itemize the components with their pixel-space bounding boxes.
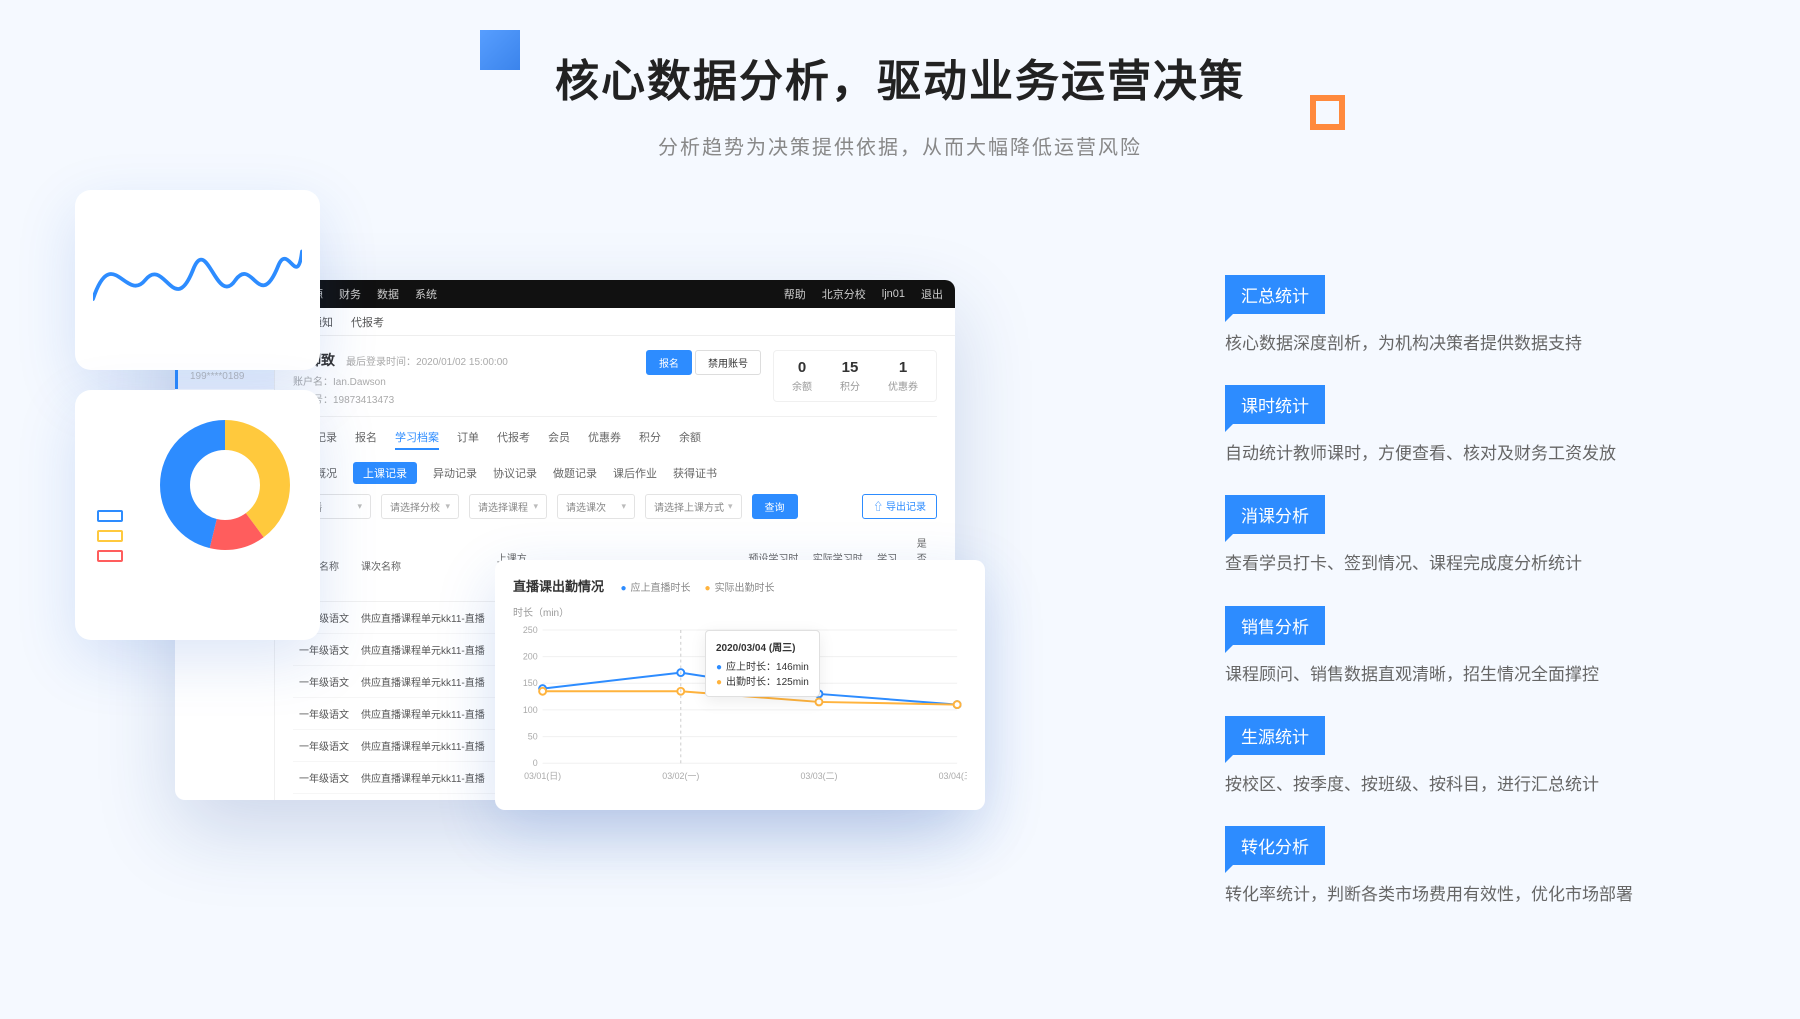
filter-campus-select[interactable]: 请选择分校	[381, 494, 459, 519]
svg-text:50: 50	[528, 732, 538, 742]
filter-course-select[interactable]: 请选择课程	[469, 494, 547, 519]
hero-section: 核心数据分析，驱动业务运营决策 分析趋势为决策提供依据，从而大幅降低运营风险	[0, 0, 1800, 160]
topnav-item[interactable]: 财务	[339, 286, 361, 302]
logout-link[interactable]: 退出	[921, 286, 943, 302]
help-link[interactable]: 帮助	[784, 286, 806, 302]
page-subtitle: 分析趋势为决策提供依据，从而大幅降低运营风险	[0, 131, 1800, 160]
tab-item[interactable]: 订单	[457, 429, 479, 450]
account-label: 账户名：	[293, 377, 333, 388]
feature-item: 生源统计按校区、按季度、按班级、按科目，进行汇总统计	[1225, 716, 1775, 798]
tooltip-label: 应上时长：	[726, 662, 776, 673]
donut-legend	[97, 510, 123, 570]
svg-text:03/03(二): 03/03(二)	[800, 771, 837, 781]
filter-bar: 直播 请选择分校 请选择课程 请选课次 请选择上课方式 查询 ⇧ 导出记录	[293, 494, 937, 519]
feature-item: 课时统计自动统计教师课时，方便查看、核对及财务工资发放	[1225, 385, 1775, 467]
feature-desc: 核心数据深度剖析，为机构决策者提供数据支持	[1225, 330, 1775, 357]
tab-item[interactable]: 优惠券	[588, 429, 621, 450]
feature-item: 转化分析转化率统计，判断各类市场费用有效性，优化市场部署	[1225, 826, 1775, 908]
profile-stats: 0余额 15积分 1优惠券	[773, 350, 937, 402]
tooltip-date: 2020/03/04 (周三)	[716, 639, 809, 654]
legend-item: 实际出勤时长	[705, 579, 775, 594]
filter-mode-select[interactable]: 请选择上课方式	[645, 494, 742, 519]
tab-item[interactable]: 代报考	[497, 429, 530, 450]
subnav-item[interactable]: 代报考	[351, 314, 384, 330]
export-button[interactable]: ⇧ 导出记录	[862, 494, 937, 519]
last-login-value: 2020/01/02 15:00:00	[416, 357, 508, 368]
accent-square-blue	[480, 30, 520, 70]
subtab-item[interactable]: 协议记录	[493, 465, 537, 481]
topnav-item[interactable]: 系统	[415, 286, 437, 302]
feature-badge: 课时统计	[1225, 385, 1325, 424]
screenshot-stage: 教学 运营 题库 资源 财务 数据 系统 帮助 北京分校 ljn01 退出 管理…	[75, 220, 935, 860]
feature-desc: 按校区、按季度、按班级、按科目，进行汇总统计	[1225, 771, 1775, 798]
search-button[interactable]: 查询	[752, 494, 798, 519]
subtab-item[interactable]: 获得证书	[673, 465, 717, 481]
subtab-item-active[interactable]: 上课记录	[353, 462, 417, 484]
topnav-item[interactable]: 数据	[377, 286, 399, 302]
mini-donut-chart	[150, 410, 300, 560]
feature-item: 销售分析课程顾问、销售数据直观清晰，招生情况全面撑控	[1225, 606, 1775, 688]
tab-item[interactable]: 会员	[548, 429, 570, 450]
chart-title: 直播课出勤情况	[513, 576, 604, 595]
svg-text:250: 250	[523, 625, 538, 635]
tab-item[interactable]: 报名	[355, 429, 377, 450]
accent-square-orange	[1310, 95, 1345, 130]
svg-text:0: 0	[533, 758, 538, 768]
disable-account-button[interactable]: 禁用账号	[695, 350, 761, 375]
subtab-item[interactable]: 课后作业	[613, 465, 657, 481]
campus-selector[interactable]: 北京分校	[822, 286, 866, 302]
profile-header: 仝卿致 最后登录时间：2020/01/02 15:00:00 账户名：Ian.D…	[293, 350, 937, 417]
phone-value: 19873413473	[333, 395, 394, 406]
export-label: 导出记录	[886, 502, 926, 513]
tooltip-label: 出勤时长：	[726, 677, 776, 688]
feature-badge: 消课分析	[1225, 495, 1325, 534]
mini-donut-chart-card	[75, 390, 320, 640]
tab-item[interactable]: 余额	[679, 429, 701, 450]
feature-badge: 销售分析	[1225, 606, 1325, 645]
svg-text:03/04(三): 03/04(三)	[939, 771, 967, 781]
chart-ylabel: 时长（min）	[513, 604, 967, 619]
svg-text:03/02(一): 03/02(一)	[662, 771, 699, 781]
feature-desc: 课程顾问、销售数据直观清晰，招生情况全面撑控	[1225, 661, 1775, 688]
account-value: Ian.Dawson	[333, 377, 386, 388]
svg-text:150: 150	[523, 678, 538, 688]
feature-item: 汇总统计核心数据深度剖析，为机构决策者提供数据支持	[1225, 275, 1775, 357]
svg-text:200: 200	[523, 652, 538, 662]
tab-item[interactable]: 积分	[639, 429, 661, 450]
feature-badge: 汇总统计	[1225, 275, 1325, 314]
tab-item[interactable]: 学习档案	[395, 429, 439, 450]
stat-item: 15积分	[840, 359, 860, 393]
record-tabs: 咨询记录报名学习档案订单代报考会员优惠券积分余额	[293, 429, 937, 450]
mini-line-chart	[93, 208, 302, 352]
feature-desc: 自动统计教师课时，方便查看、核对及财务工资发放	[1225, 440, 1775, 467]
table-header: 课次名称	[355, 529, 491, 602]
subtab-item[interactable]: 异动记录	[433, 465, 477, 481]
features-list: 汇总统计核心数据深度剖析，为机构决策者提供数据支持课时统计自动统计教师课时，方便…	[1225, 275, 1775, 936]
chart-tooltip: 2020/03/04 (周三) 应上时长：146min 出勤时长：125min	[705, 630, 820, 697]
svg-text:03/01(日): 03/01(日)	[524, 771, 561, 781]
feature-desc: 转化率统计，判断各类市场费用有效性，优化市场部署	[1225, 881, 1775, 908]
filter-lesson-select[interactable]: 请选课次	[557, 494, 635, 519]
user-menu[interactable]: ljn01	[882, 288, 905, 300]
stat-item: 0余额	[792, 359, 812, 393]
tooltip-value: 146min	[776, 662, 809, 673]
mini-line-chart-card	[75, 190, 320, 370]
feature-badge: 生源统计	[1225, 716, 1325, 755]
feature-badge: 转化分析	[1225, 826, 1325, 865]
study-subtabs: 学习概况 上课记录 异动记录 协议记录 做题记录 课后作业 获得证书	[293, 462, 937, 484]
last-login-label: 最后登录时间：	[346, 357, 416, 368]
feature-item: 消课分析查看学员打卡、签到情况、课程完成度分析统计	[1225, 495, 1775, 577]
tooltip-value: 125min	[776, 677, 809, 688]
subtab-item[interactable]: 做题记录	[553, 465, 597, 481]
attendance-chart-card: 直播课出勤情况 应上直播时长 实际出勤时长 时长（min） 0 50 100 150 2…	[495, 560, 985, 810]
stat-item: 1优惠券	[888, 359, 918, 393]
chart-legend: 应上直播时长 实际出勤时长	[620, 579, 774, 594]
feature-desc: 查看学员打卡、签到情况、课程完成度分析统计	[1225, 550, 1775, 577]
legend-item: 应上直播时长	[620, 579, 690, 594]
page-title: 核心数据分析，驱动业务运营决策	[0, 45, 1800, 109]
svg-text:100: 100	[523, 705, 538, 715]
signup-button[interactable]: 报名	[646, 350, 692, 375]
